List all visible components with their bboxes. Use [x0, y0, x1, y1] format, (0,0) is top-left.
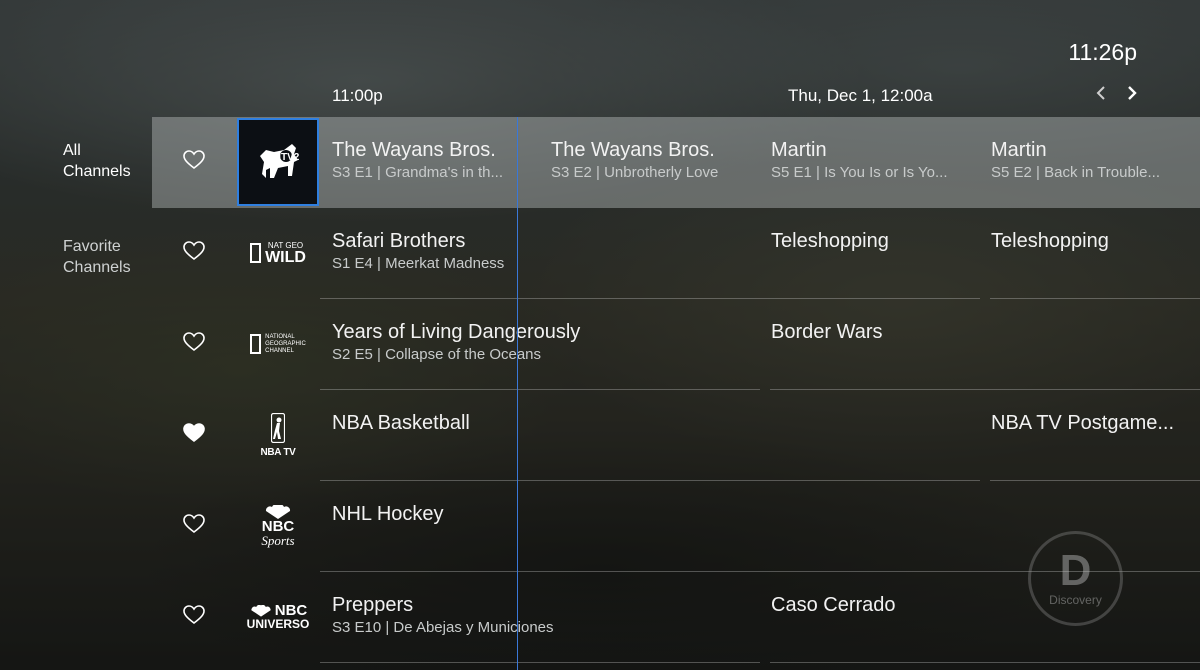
sidebar-item-label: All [63, 142, 81, 159]
program-cell[interactable]: Caso Cerrado [771, 594, 1191, 616]
heart-icon[interactable] [183, 241, 205, 261]
discovery-watermark: D Discovery [1028, 531, 1123, 626]
nat-geo-frame-icon [250, 334, 262, 354]
peacock-icon [251, 604, 271, 617]
heart-icon[interactable] [183, 605, 205, 625]
sidebar-item-all-channels[interactable]: All Channels [63, 140, 131, 182]
program-cell[interactable]: The Wayans Bros. S3 E2 | Unbrotherly Lov… [551, 139, 756, 182]
nba-logo-icon [271, 412, 285, 443]
nat-geo-frame-icon [250, 243, 262, 263]
channel-logo-nat-geo-wild[interactable]: NAT GEO WILD [237, 209, 319, 297]
program-cell[interactable]: Martin S5 E2 | Back in Trouble... [991, 139, 1196, 182]
sidebar-item-label: Favorite [63, 238, 121, 255]
svg-text:MTV2: MTV2 [273, 152, 300, 163]
channel-logo-nba-tv[interactable]: NBA TV [237, 391, 319, 479]
timeslot-current: 11:00p [332, 86, 383, 105]
program-cell[interactable]: Years of Living Dangerously S2 E5 | Coll… [332, 321, 752, 364]
sidebar-item-label: Channels [63, 259, 131, 276]
channel-row[interactable]: NBA TV NBA Basketball NBA TV Postgame... [152, 390, 1200, 481]
program-cell[interactable]: Preppers S3 E10 | De Abejas y Municiones [332, 594, 752, 637]
timeslot-next: Thu, Dec 1, 12:00a [788, 86, 933, 105]
heart-icon[interactable] [183, 150, 205, 170]
current-time-indicator [517, 117, 518, 670]
channel-row[interactable]: NAT GEO WILD Safari Brothers S1 E4 | Mee… [152, 208, 1200, 299]
sidebar-item-favorite-channels[interactable]: Favorite Channels [63, 236, 131, 278]
heart-icon[interactable] [183, 514, 205, 534]
program-cell[interactable]: The Wayans Bros. S3 E1 | Grandma's in th… [332, 139, 532, 182]
mtv2-logo: MTV2 [260, 144, 300, 178]
program-cell[interactable]: Teleshopping [771, 230, 976, 252]
channel-logo-national-geographic[interactable]: NATIONAL GEOGRAPHIC CHANNEL [237, 300, 319, 388]
sidebar-item-label: Channels [63, 163, 131, 180]
heart-filled-icon[interactable] [183, 423, 205, 443]
channel-logo-nbc-sports[interactable]: NBC Sports [237, 482, 319, 570]
channel-row[interactable]: NATIONAL GEOGRAPHIC CHANNEL Years of Liv… [152, 299, 1200, 390]
divider [320, 662, 760, 663]
program-cell[interactable]: NHL Hockey [332, 503, 1192, 525]
program-cell[interactable]: NBA Basketball [332, 412, 972, 434]
heart-icon[interactable] [183, 332, 205, 352]
chevron-left-icon[interactable] [1094, 82, 1108, 110]
channel-logo-mtv2[interactable]: MTV2 [237, 118, 319, 206]
chevron-right-icon[interactable] [1125, 82, 1139, 110]
program-cell[interactable]: NBA TV Postgame... [991, 412, 1196, 434]
channel-row[interactable]: MTV2 The Wayans Bros. S3 E1 | Grandma's … [152, 117, 1200, 208]
channel-logo-nbc-universo[interactable]: NBC UNIVERSO [237, 573, 319, 661]
clock: 11:26p [1068, 39, 1137, 65]
peacock-icon [265, 505, 290, 519]
program-cell[interactable]: Safari Brothers S1 E4 | Meerkat Madness [332, 230, 752, 273]
program-cell[interactable]: Teleshopping [991, 230, 1196, 252]
program-cell[interactable]: Martin S5 E1 | Is You Is or Is Yo... [771, 139, 976, 182]
program-cell[interactable]: Border Wars [771, 321, 1191, 343]
divider [770, 662, 1200, 663]
